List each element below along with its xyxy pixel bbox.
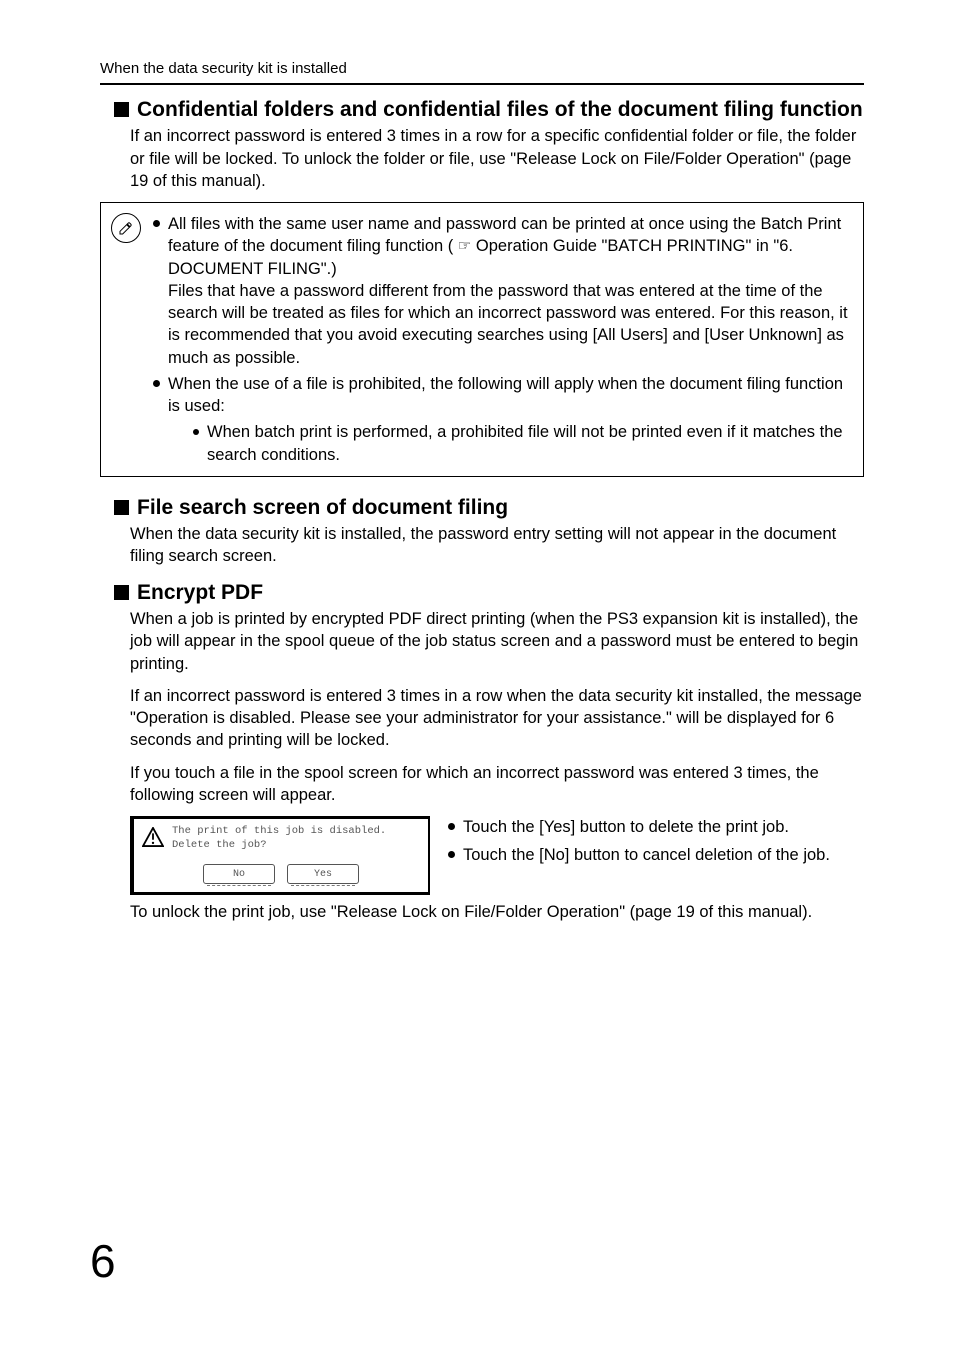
section-confidential-body: If an incorrect password is entered 3 ti… [130, 125, 864, 192]
note-bullet-1-para2: Files that have a password different fro… [168, 280, 849, 369]
bullet-dot-icon [153, 220, 160, 227]
instruction-no: Touch the [No] button to cancel deletion… [448, 844, 864, 866]
sub-bullet-dot-icon [193, 429, 199, 435]
note-bullet-2-text: When the use of a file is prohibited, th… [168, 373, 849, 418]
warning-icon [142, 827, 164, 847]
encrypt-pdf-para2: If an incorrect password is entered 3 ti… [130, 685, 864, 752]
note-sub-bullet-text: When batch print is performed, a prohibi… [207, 421, 849, 466]
instruction-yes-text: Touch the [Yes] button to delete the pri… [463, 816, 789, 838]
bullet-dot-icon [448, 823, 455, 830]
note-bullet-1: All files with the same user name and pa… [153, 213, 849, 369]
dialog-no-button[interactable]: No [203, 864, 275, 884]
section-confidential-title: Confidential folders and confidential fi… [137, 97, 863, 123]
encrypt-pdf-para3: If you touch a file in the spool screen … [130, 762, 864, 807]
dialog-message: The print of this job is disabled. Delet… [172, 825, 386, 852]
running-header: When the data security kit is installed [100, 60, 864, 77]
pointing-hand-icon: ☞ [458, 238, 471, 255]
section-file-search-body: When the data security kit is installed,… [130, 523, 864, 568]
header-rule [100, 83, 864, 85]
section-confidential-heading: Confidential folders and confidential fi… [100, 97, 864, 123]
note-box: All files with the same user name and pa… [100, 202, 864, 477]
note-sub-bullet: When batch print is performed, a prohibi… [193, 421, 849, 466]
dialog-line2: Delete the job? [172, 839, 386, 853]
note-bullet-2: When the use of a file is prohibited, th… [153, 373, 849, 418]
instruction-no-text: Touch the [No] button to cancel deletion… [463, 844, 830, 866]
dialog-box: The print of this job is disabled. Delet… [130, 816, 430, 895]
encrypt-pdf-para1: When a job is printed by encrypted PDF d… [130, 608, 864, 675]
dialog-instructions: Touch the [Yes] button to delete the pri… [448, 816, 864, 873]
note-content: All files with the same user name and pa… [153, 213, 849, 466]
section-file-search-heading: File search screen of document filing [100, 495, 864, 521]
instruction-yes: Touch the [Yes] button to delete the pri… [448, 816, 864, 838]
bullet-dot-icon [448, 851, 455, 858]
dialog-line1: The print of this job is disabled. [172, 825, 386, 839]
section-encrypt-pdf-heading: Encrypt PDF [100, 580, 864, 606]
section-encrypt-pdf-title: Encrypt PDF [137, 580, 263, 606]
square-bullet-icon [114, 102, 129, 117]
bullet-dot-icon [153, 380, 160, 387]
unlock-instruction: To unlock the print job, use "Release Lo… [130, 901, 864, 923]
page-number: 6 [90, 1234, 116, 1288]
square-bullet-icon [114, 585, 129, 600]
dialog-yes-button[interactable]: Yes [287, 864, 359, 884]
pencil-icon [111, 213, 141, 243]
section-file-search-title: File search screen of document filing [137, 495, 508, 521]
square-bullet-icon [114, 500, 129, 515]
